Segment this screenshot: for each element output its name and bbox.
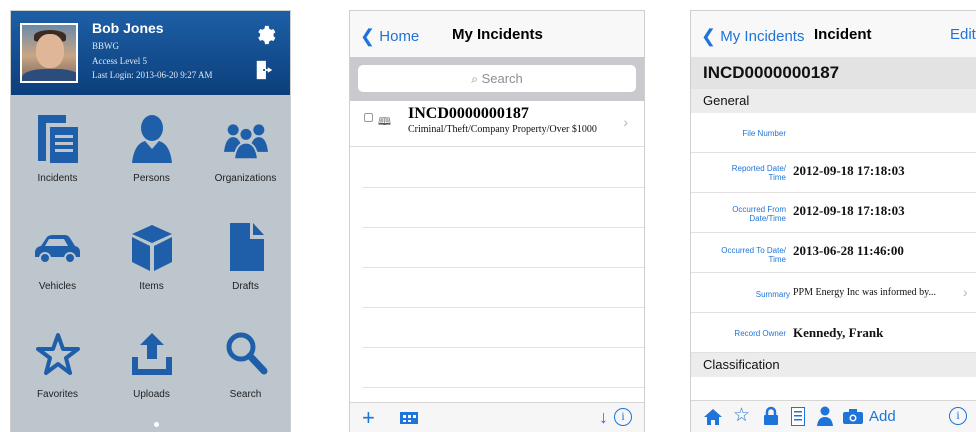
nav-bar: ❮ My Incidents Incident Edit [691,11,976,57]
page-indicator [154,422,159,427]
field-summary[interactable]: Summary PPM Energy Inc was informed by..… [691,273,976,313]
lock-icon[interactable] [763,406,779,426]
list-toolbar: + ↓ i [350,402,644,432]
tile-label: Uploads [133,389,170,400]
field-value: Kennedy, Frank [793,325,884,340]
incident-row[interactable]: 🕮 INCD0000000187 Criminal/Theft/Company … [350,101,644,147]
back-label: Home [379,28,420,45]
field-reported-date[interactable]: Reported Date/Time 2012-09-18 17:18:03 [691,153,976,193]
tile-incidents[interactable]: Incidents [11,95,104,203]
organizations-icon [224,124,268,161]
info-icon[interactable]: i [949,407,967,425]
chevron-right-icon: › [623,114,628,130]
tile-items[interactable]: Items [105,203,198,311]
tile-favorites[interactable]: Favorites [11,311,104,419]
lock-icon [364,113,373,122]
section-header-classification: Classification [691,353,976,377]
back-button[interactable]: ❮ Home [360,26,419,47]
tile-label: Items [139,281,164,292]
info-icon[interactable]: i [614,408,632,426]
home-icon[interactable] [703,408,723,426]
edit-button[interactable]: Edit [950,26,976,43]
page-title: Incident [814,26,872,43]
field-label: File Number [742,129,786,138]
tile-organizations[interactable]: Organizations [199,95,290,203]
tile-search[interactable]: Search [199,311,290,419]
back-label: My Incidents [720,28,805,45]
field-value: 2012-09-18 17:18:03 [793,163,905,178]
field-label: Occurred To Date/Time [721,246,786,264]
back-button[interactable]: ❮ My Incidents [701,26,804,47]
add-button[interactable]: Add [869,408,896,425]
field-value: 2012-09-18 17:18:03 [793,203,905,218]
field-occurred-to[interactable]: Occurred To Date/Time 2013-06-28 11:46:0… [691,233,976,273]
incidents-icon [38,115,78,163]
tile-label: Persons [133,173,170,184]
star-icon [36,333,80,375]
incident-list-screen: ❮ Home My Incidents ⌕ Search 🕮 INCD00000… [349,10,645,432]
field-label: Reported Date/Time [731,164,786,182]
logout-icon[interactable] [254,59,276,81]
home-screen: Bob Jones BBWG Access Level 5 Last Login… [10,10,291,432]
field-label: Record Owner [734,329,786,338]
search-bar: ⌕ Search [350,57,644,101]
avatar [20,23,78,83]
chevron-left-icon: ❮ [360,26,376,46]
user-header: Bob Jones BBWG Access Level 5 Last Login… [11,11,290,95]
field-value: PPM Energy Inc was informed by... [793,287,937,298]
user-last-login: Last Login: 2013-06-20 9:27 AM [92,70,213,80]
incident-detail-screen: ❮ My Incidents Incident Edit INCD0000000… [690,10,976,432]
tile-label: Favorites [36,389,79,400]
document-icon [230,223,264,271]
search-input[interactable]: ⌕ Search [358,65,636,92]
person-icon[interactable] [817,406,833,426]
tile-label: Organizations [214,173,277,184]
user-org: BBWG [92,41,119,51]
page-title: My Incidents [452,26,543,43]
tile-label: Vehicles [38,281,77,292]
download-arrow-icon[interactable]: ↓ [599,407,608,428]
field-label: Occurred From Date/Time [732,205,786,223]
user-access-level: Access Level 5 [92,56,147,66]
plus-icon[interactable]: + [362,405,375,431]
chevron-right-icon: › [963,284,968,300]
incident-number: INCD0000000187 [408,105,529,122]
incident-number: INCD0000000187 [691,57,976,89]
map-icon[interactable] [400,412,418,424]
person-icon [132,115,172,163]
field-label: Summary [755,290,790,299]
nav-bar: ❮ Home My Incidents [350,11,644,57]
field-occurred-from[interactable]: Occurred From Date/Time 2012-09-18 17:18:… [691,193,976,233]
field-value: 2013-06-28 11:46:00 [793,243,904,258]
search-icon [226,332,268,375]
tile-persons[interactable]: Persons [105,95,198,203]
upload-icon [132,333,172,375]
car-icon [35,235,80,264]
book-icon: 🕮 [378,116,391,128]
tile-uploads[interactable]: Uploads [105,311,198,419]
star-icon[interactable]: ☆ [733,404,750,427]
incident-description: Criminal/Theft/Company Property/Over $10… [408,124,597,135]
tile-label: Search [229,389,262,400]
tile-label: Drafts [232,281,259,292]
tile-drafts[interactable]: Drafts [199,203,290,311]
section-header-general: General [691,89,976,113]
search-icon: ⌕ [471,72,478,86]
chevron-left-icon: ❮ [701,26,717,46]
field-file-number[interactable]: File Number [691,113,976,153]
user-name: Bob Jones [92,20,164,36]
search-placeholder: Search [481,71,523,86]
box-icon [132,225,172,271]
tile-label: Incidents [37,173,78,184]
camera-icon[interactable] [843,409,863,424]
detail-toolbar: ☆ Add i [691,400,976,432]
tile-vehicles[interactable]: Vehicles [11,203,104,311]
field-record-owner[interactable]: Record Owner Kennedy, Frank [691,313,976,353]
gear-icon[interactable] [254,24,276,46]
notes-icon[interactable] [791,407,805,426]
